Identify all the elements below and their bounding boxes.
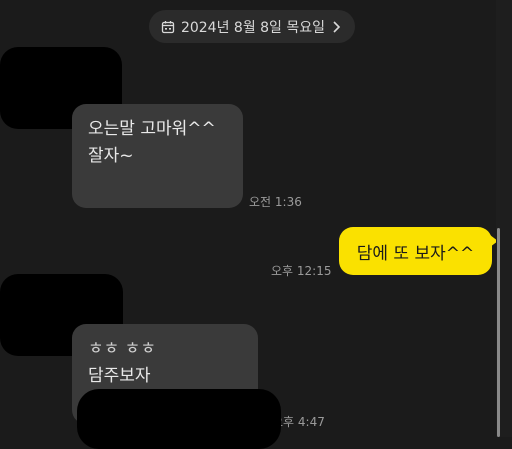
message-line: 담주보자 [88, 366, 151, 386]
message-bubble-received[interactable]: 오는말 고마워^^ 잘자~ [72, 104, 243, 208]
redacted-block [77, 389, 281, 449]
date-divider[interactable]: 2024년 8월 8일 목요일 [149, 10, 355, 43]
message-line: 잘자~ [88, 146, 134, 166]
calendar-icon [161, 20, 175, 34]
message-bubble-sent[interactable]: 담에 또 보자^^ [339, 227, 498, 275]
message-time: 오후 12:15 [271, 264, 332, 278]
chat-view: 2024년 8월 8일 목요일 오는말 고마워^^ 잘자~ 오전 1:36 담에… [0, 0, 498, 449]
scrollbar-thumb[interactable] [497, 228, 500, 437]
chevron-right-icon [331, 20, 343, 34]
message-text: 담에 또 보자^^ [356, 243, 475, 264]
message-line: ㅎㅎ ㅎㅎ [88, 339, 156, 359]
message-line: 오는말 고마워^^ [88, 119, 216, 139]
date-label: 2024년 8월 8일 목요일 [180, 19, 326, 36]
message-time: 오전 1:36 [249, 195, 302, 209]
